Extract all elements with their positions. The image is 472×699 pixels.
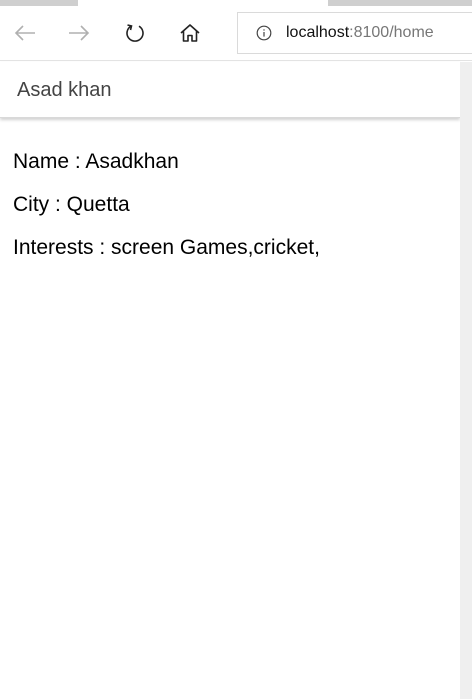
url-path: :8100/home xyxy=(349,24,434,41)
name-line: Name : Asadkhan xyxy=(13,150,179,173)
back-button[interactable] xyxy=(8,16,42,50)
home-icon xyxy=(180,24,200,42)
info-icon[interactable] xyxy=(256,25,272,41)
forward-arrow-icon xyxy=(69,25,90,41)
back-arrow-icon xyxy=(14,25,35,41)
address-bar[interactable]: localhost:8100/home xyxy=(237,12,472,54)
interests-line: Interests : screen Games,cricket, xyxy=(13,236,320,259)
home-button[interactable] xyxy=(173,16,207,50)
vertical-scrollbar[interactable] xyxy=(460,62,472,699)
url-text[interactable]: localhost:8100/home xyxy=(286,24,434,42)
refresh-icon xyxy=(126,24,144,42)
city-line: City : Quetta xyxy=(13,193,130,216)
profile-content: Name : Asadkhan City : Quetta Interests … xyxy=(13,150,320,279)
page-title: Asad khan xyxy=(17,79,112,101)
forward-button[interactable] xyxy=(62,16,96,50)
browser-toolbar: localhost:8100/home xyxy=(0,6,472,61)
page-viewport: Asad khan Name : Asadkhan City : Quetta … xyxy=(0,62,460,699)
url-host: localhost xyxy=(286,24,350,41)
app-header: Asad khan xyxy=(0,62,460,118)
refresh-button[interactable] xyxy=(118,16,152,50)
